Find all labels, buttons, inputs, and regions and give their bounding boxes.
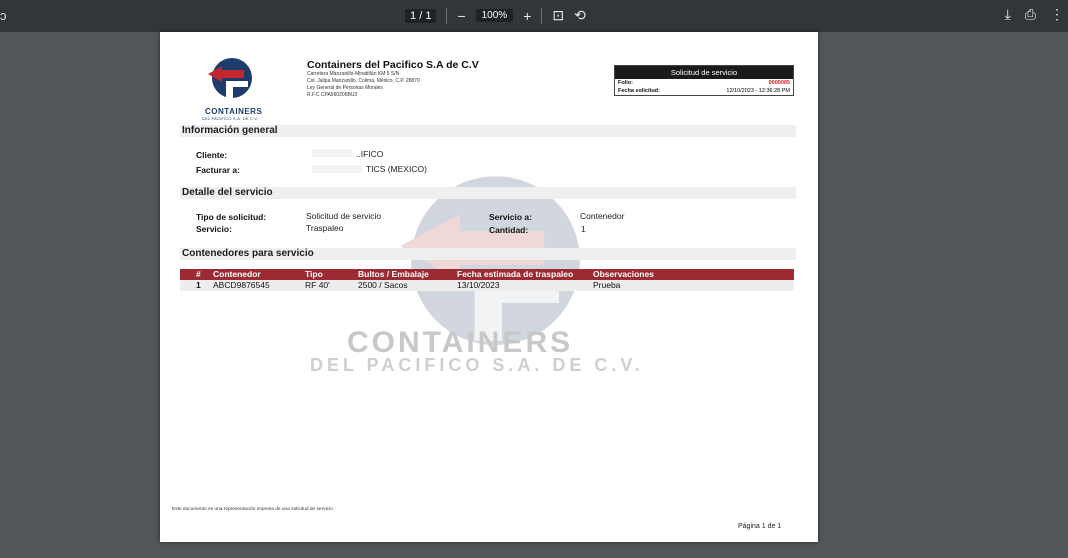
date-row: Fecha solicitud: 12/10/2023 - 12:36:28 P… <box>615 87 793 95</box>
quantity-label: Cantidad: <box>489 225 529 235</box>
service-label: Servicio: <box>196 224 232 234</box>
redacted-block <box>312 165 362 173</box>
section-containers: Contenedores para servicio <box>180 248 796 260</box>
pdf-page: CONTAINERS DEL PACIFICO S.A. DE C.V. CON… <box>160 32 818 542</box>
folio-label: Folio: <box>618 80 633 86</box>
row-number: 1 <box>196 280 201 290</box>
company-address-2: Col. Jalipa Manzanillo, Colima, México, … <box>307 78 420 84</box>
row-estimated-date: 13/10/2023 <box>457 280 500 290</box>
toolbar-divider <box>446 7 448 24</box>
pdf-toolbar: ↄ 1 / 1 − 100% + ⊡ ⟲ ⤓ ⎙ ⋮ <box>0 0 1068 32</box>
page-number: Página 1 de 1 <box>738 523 782 530</box>
section-general-info: Información general <box>180 125 796 137</box>
table-row: 1 ABCD9876545 RF 40' 2500 / Sacos 13/10/… <box>180 280 794 291</box>
zoom-in-button[interactable]: + <box>523 8 531 24</box>
zoom-input[interactable]: 100% <box>475 9 514 22</box>
company-regime: Ley General de Personas Morales <box>307 85 383 91</box>
fit-page-icon[interactable]: ⊡ <box>552 7 564 24</box>
service-value: Traspaleo <box>306 223 344 233</box>
rotate-icon[interactable]: ⟲ <box>574 7 586 24</box>
service-to-value: Contenedor <box>580 211 625 221</box>
row-type: RF 40' <box>305 280 330 290</box>
col-type: Tipo <box>305 269 323 279</box>
toolbar-right: ⤓ ⎙ ⋮ <box>1005 6 1064 23</box>
download-icon[interactable]: ⤓ <box>1005 6 1011 23</box>
col-number: # <box>196 269 201 279</box>
row-observations: Prueba <box>593 280 621 290</box>
invoice-value: TICS (MEXICO) <box>366 164 427 174</box>
company-rfc: R.F.C CPA990206BU3 <box>307 92 358 98</box>
client-value: ..IFICO <box>356 149 384 159</box>
toolbar-divider <box>541 7 543 24</box>
more-menu-icon[interactable]: ⋮ <box>1050 6 1064 23</box>
page-separator: / <box>419 9 423 22</box>
row-container: ABCD9876545 <box>213 280 270 290</box>
folio-value: 0000005 <box>768 80 790 86</box>
folio-row: Folio: 0000005 <box>615 79 793 87</box>
row-packages: 2500 / Sacos <box>358 280 408 290</box>
request-type-label: Tipo de solicitud: <box>196 212 267 222</box>
col-container: Contenedor <box>213 269 261 279</box>
col-observations: Observaciones <box>593 269 654 279</box>
zoom-out-button[interactable]: − <box>457 8 465 24</box>
request-box-title: Solicitud de servicio <box>615 66 793 79</box>
invoice-label: Facturar a: <box>196 165 240 175</box>
logo-text: CONTAINERS <box>205 107 263 116</box>
company-address-1: Carretera Manzanillo-Minatitlán KM 5 S/N <box>307 71 400 77</box>
section-service-detail: Detalle del servicio <box>180 187 796 199</box>
client-label: Cliente: <box>196 150 228 160</box>
toolbar-center: 1 / 1 − 100% + ⊡ ⟲ <box>405 7 586 24</box>
redacted-block <box>312 149 352 157</box>
date-value: 12/10/2023 - 12:36:28 PM <box>726 88 790 94</box>
col-estimated-date: Fecha estimada de traspaleo <box>457 269 574 279</box>
sidebar-toggle-icon[interactable]: ↄ <box>0 8 7 23</box>
service-to-label: Servicio a: <box>489 212 532 222</box>
page-current: 1 <box>410 9 417 22</box>
watermark-text-2: DEL PACIFICO S.A. DE C.V. <box>310 355 644 375</box>
company-logo <box>208 58 252 98</box>
request-info-box: Solicitud de servicio Folio: 0000005 Fec… <box>614 65 794 96</box>
quantity-value: 1 <box>581 224 586 234</box>
logo-subtext: DEL PACIFICO S.A. DE C.V. <box>202 116 259 121</box>
footer-note: Este documento es una representación imp… <box>172 507 333 512</box>
table-header: # Contenedor Tipo Bultos / Embalaje Fech… <box>180 269 794 280</box>
request-type-value: Solicitud de servicio <box>306 211 382 221</box>
col-packages: Bultos / Embalaje <box>358 269 429 279</box>
company-info: Containers del Pacifico S.A de C.V Carre… <box>307 59 479 99</box>
date-label: Fecha solicitud: <box>618 88 660 94</box>
page-input[interactable]: 1 / 1 <box>405 8 437 23</box>
company-name: Containers del Pacifico S.A de C.V <box>307 59 479 71</box>
print-icon[interactable]: ⎙ <box>1025 6 1036 23</box>
page-total: 1 <box>425 9 432 22</box>
